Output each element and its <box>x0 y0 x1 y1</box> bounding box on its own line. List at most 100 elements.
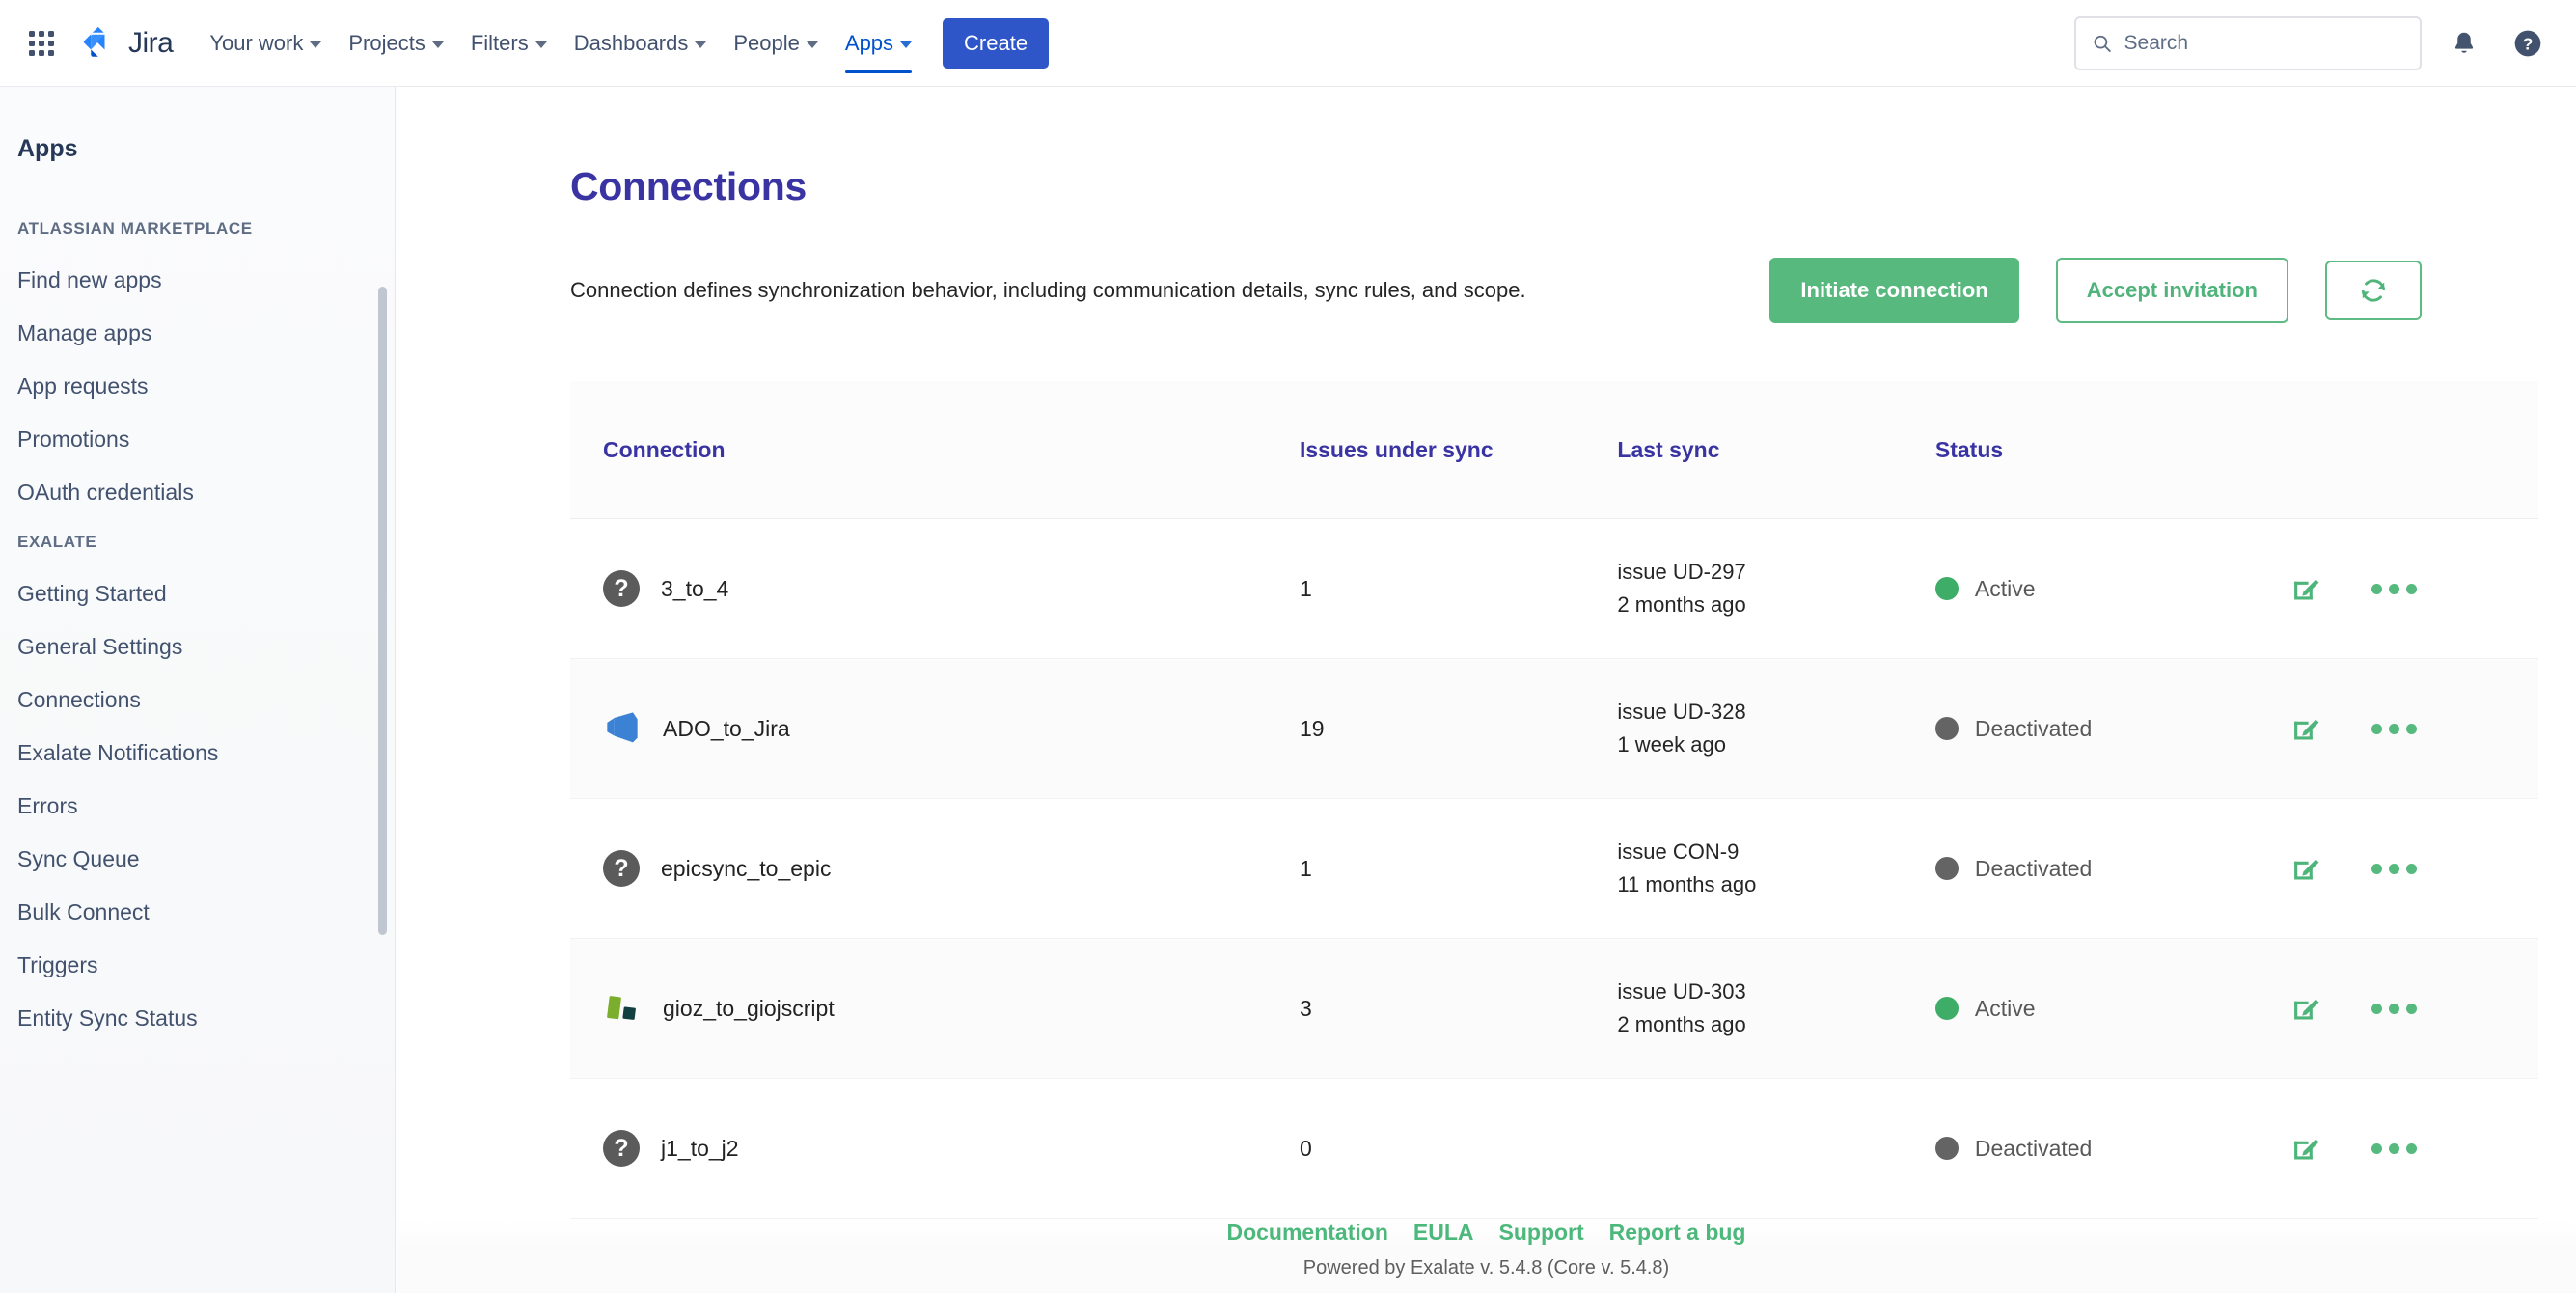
edit-pencil-icon[interactable] <box>2290 712 2323 745</box>
question-mark-icon: ? <box>603 570 640 607</box>
sidebar-item-manage-apps[interactable]: Manage apps <box>0 307 395 360</box>
sidebar-item-triggers[interactable]: Triggers <box>0 939 395 992</box>
column-header-status: Status <box>1935 437 2290 463</box>
last-sync-cell: issue UD-328 1 week ago <box>1617 696 1934 761</box>
refresh-button[interactable] <box>2325 261 2422 320</box>
nav-label: Projects <box>348 23 425 64</box>
jira-home-link[interactable]: Jira <box>79 24 173 63</box>
status-label: Deactivated <box>1975 856 2092 882</box>
footer-link-eula[interactable]: EULA <box>1413 1220 1474 1246</box>
footer-link-report-a-bug[interactable]: Report a bug <box>1609 1220 1746 1246</box>
sidebar-item-entity-sync-status[interactable]: Entity Sync Status <box>0 992 395 1045</box>
sidebar-item-bulk-connect[interactable]: Bulk Connect <box>0 886 395 939</box>
last-sync-time: 2 months ago <box>1617 589 1934 621</box>
footer-link-documentation[interactable]: Documentation <box>1226 1220 1387 1246</box>
page-title: Connections <box>570 164 2576 209</box>
edit-pencil-icon[interactable] <box>2290 852 2323 885</box>
edit-pencil-icon[interactable] <box>2290 992 2323 1025</box>
nav-label: Apps <box>845 23 893 64</box>
issues-under-sync-value: 0 <box>1300 1136 1617 1162</box>
table-row[interactable]: ADO_to_Jira 19 issue UD-328 1 week ago D… <box>570 659 2538 799</box>
table-row[interactable]: gioz_to_giojscript 3 issue UD-303 2 mont… <box>570 939 2538 1079</box>
more-dots-icon[interactable] <box>2371 724 2417 734</box>
more-dots-icon[interactable] <box>2371 1143 2417 1154</box>
sidebar-item-find-new-apps[interactable]: Find new apps <box>0 254 395 307</box>
nav-item-projects[interactable]: Projects <box>335 14 456 73</box>
edit-pencil-icon[interactable] <box>2290 1132 2323 1165</box>
sidebar-item-errors[interactable]: Errors <box>0 780 395 833</box>
last-sync-issue: issue UD-328 <box>1617 696 1934 729</box>
row-actions <box>2290 992 2506 1025</box>
search-icon <box>2092 32 2113 55</box>
issues-under-sync-value: 1 <box>1300 856 1617 882</box>
table-row[interactable]: ? j1_to_j2 0 Deactivated <box>570 1079 2538 1219</box>
app-switcher-button[interactable] <box>21 23 62 64</box>
table-row[interactable]: ? 3_to_4 1 issue UD-297 2 months ago Act… <box>570 519 2538 659</box>
chevron-down-icon <box>695 41 706 48</box>
connection-name: epicsync_to_epic <box>661 856 831 882</box>
last-sync-cell: issue UD-297 2 months ago <box>1617 556 1934 621</box>
sidebar-item-promotions[interactable]: Promotions <box>0 413 395 466</box>
chevron-down-icon <box>900 41 912 48</box>
sidebar-item-sync-queue[interactable]: Sync Queue <box>0 833 395 886</box>
issues-under-sync-value: 1 <box>1300 576 1617 602</box>
notifications-button[interactable] <box>2443 22 2485 65</box>
footer-link-support[interactable]: Support <box>1499 1220 1584 1246</box>
brand-label: Jira <box>128 27 173 60</box>
last-sync-time: 2 months ago <box>1617 1008 1934 1041</box>
connection-cell: ? j1_to_j2 <box>603 1130 1300 1167</box>
apps-sidebar: Apps ATLASSIAN MARKETPLACE Find new apps… <box>0 87 396 1293</box>
sidebar-item-general-settings[interactable]: General Settings <box>0 620 395 674</box>
last-sync-time: 11 months ago <box>1617 868 1934 901</box>
status-label: Deactivated <box>1975 1136 2092 1162</box>
create-button[interactable]: Create <box>943 18 1049 69</box>
row-actions <box>2290 712 2506 745</box>
nav-item-your-work[interactable]: Your work <box>196 14 335 73</box>
connection-cell: ? 3_to_4 <box>603 570 1300 607</box>
table-row[interactable]: ? epicsync_to_epic 1 issue CON-9 11 mont… <box>570 799 2538 939</box>
nav-item-apps[interactable]: Apps <box>832 14 925 73</box>
row-actions <box>2290 572 2506 605</box>
last-sync-issue: issue CON-9 <box>1617 836 1934 868</box>
status-dot-icon <box>1935 1137 1959 1160</box>
status-cell: Deactivated <box>1935 716 2290 742</box>
row-actions <box>2290 852 2506 885</box>
status-cell: Deactivated <box>1935 856 2290 882</box>
gioz-green-icon <box>603 989 642 1028</box>
more-dots-icon[interactable] <box>2371 584 2417 594</box>
nav-item-people[interactable]: People <box>720 14 832 73</box>
nav-label: People <box>733 23 800 64</box>
sidebar-item-exalate-notifications[interactable]: Exalate Notifications <box>0 727 395 780</box>
last-sync-cell: issue UD-303 2 months ago <box>1617 976 1934 1041</box>
sidebar-scrollbar[interactable] <box>378 287 387 935</box>
more-dots-icon[interactable] <box>2371 864 2417 874</box>
sidebar-item-getting-started[interactable]: Getting Started <box>0 567 395 620</box>
search-input[interactable] <box>2124 32 2404 55</box>
accept-invitation-button[interactable]: Accept invitation <box>2056 258 2288 323</box>
question-circle-icon: ? <box>2512 28 2543 59</box>
help-button[interactable]: ? <box>2507 22 2549 65</box>
status-label: Deactivated <box>1975 716 2092 742</box>
svg-text:?: ? <box>2523 34 2534 53</box>
sidebar-item-oauth-credentials[interactable]: OAuth credentials <box>0 466 395 519</box>
status-dot-icon <box>1935 997 1959 1020</box>
initiate-connection-button[interactable]: Initiate connection <box>1769 258 2018 323</box>
connection-cell: gioz_to_giojscript <box>603 989 1300 1028</box>
sidebar-item-connections[interactable]: Connections <box>0 674 395 727</box>
search-box[interactable] <box>2074 16 2422 70</box>
sidebar-section-marketplace: ATLASSIAN MARKETPLACE <box>0 206 395 254</box>
sidebar-scroll-area: ATLASSIAN MARKETPLACE Find new apps Mana… <box>0 163 395 1045</box>
question-mark-icon: ? <box>603 850 640 887</box>
footer-links: Documentation EULA Support Report a bug <box>397 1220 2576 1246</box>
issues-under-sync-value: 19 <box>1300 716 1617 742</box>
chevron-down-icon <box>310 41 321 48</box>
question-mark-icon: ? <box>603 1130 640 1167</box>
main-content: Connections Connection defines synchroni… <box>397 87 2576 1293</box>
nav-item-filters[interactable]: Filters <box>457 14 561 73</box>
last-sync-time: 1 week ago <box>1617 729 1934 761</box>
nav-item-dashboards[interactable]: Dashboards <box>561 14 721 73</box>
column-header-issues-under-sync: Issues under sync <box>1300 437 1617 463</box>
more-dots-icon[interactable] <box>2371 1004 2417 1014</box>
edit-pencil-icon[interactable] <box>2290 572 2323 605</box>
sidebar-item-app-requests[interactable]: App requests <box>0 360 395 413</box>
